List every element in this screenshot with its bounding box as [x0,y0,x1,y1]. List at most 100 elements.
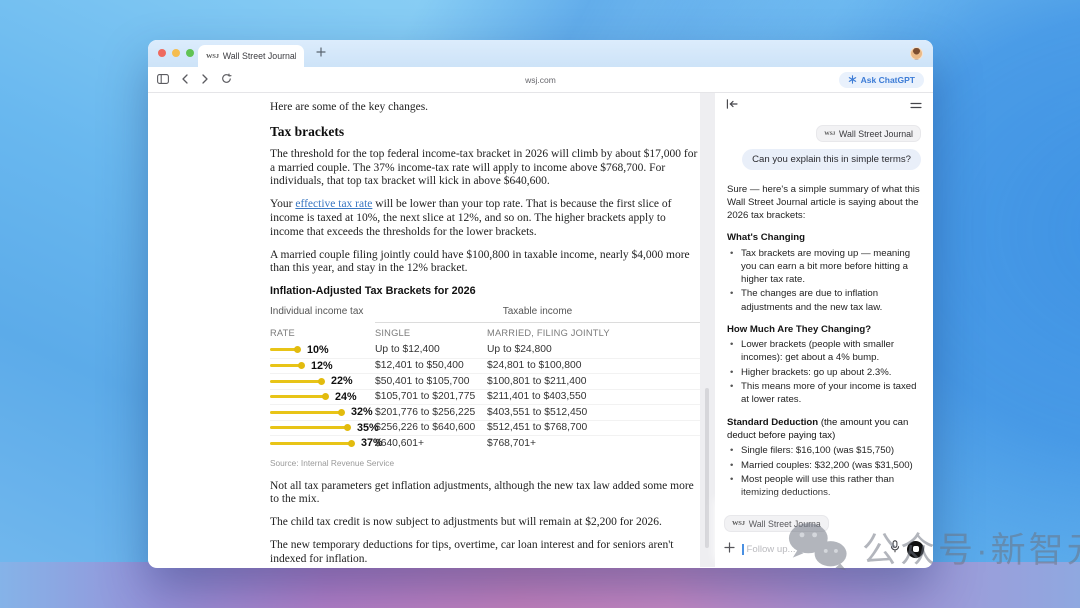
bullet-item: Most people will use this rather than it… [727,473,921,499]
table-row: 35% $256,226 to $640,600 $512,451 to $76… [270,420,700,436]
plus-icon [316,47,326,57]
tax-brackets-chart: Inflation-Adjusted Tax Brackets for 2026… [270,285,700,468]
wsj-favicon-icon: WSJ [824,131,835,137]
chat-input-area: WSJ Wall Street Journa Follow up... [715,506,933,567]
article-paragraph: The threshold for the top federal income… [270,148,700,189]
assistant-message: Sure — here's a simple summary of what t… [727,183,921,559]
married-range: $512,451 to $768,700 [487,422,700,433]
context-chip-wsj[interactable]: WSJ Wall Street Journa [724,515,829,532]
microphone-icon[interactable] [890,540,900,558]
chart-subtitle-left: Individual income tax [270,306,375,323]
reload-icon[interactable] [221,71,232,89]
close-window-button[interactable] [158,49,166,57]
married-range: $768,701+ [487,438,700,449]
new-tab-button[interactable] [316,44,326,62]
column-header-married: MARRIED, FILING JOINTLY [487,328,700,338]
minimize-window-button[interactable] [172,49,180,57]
chatgpt-logo-icon [848,75,857,84]
effective-tax-rate-link[interactable]: effective tax rate [295,198,372,210]
single-range: $640,601+ [375,438,487,449]
section-heading: Standard Deduction [727,417,818,428]
window-controls [158,49,194,57]
chart-group-header: Taxable income [375,306,700,323]
attachment-chip-label: Wall Street Journal [839,129,913,139]
maximize-window-button[interactable] [186,49,194,57]
ask-chatgpt-button[interactable]: Ask ChatGPT [839,72,924,88]
bullet-item: This means more of your income is taxed … [727,380,921,406]
section-heading-tax-brackets: Tax brackets [270,124,700,140]
article-paragraph: Here are some of the key changes. [270,101,700,115]
ask-chatgpt-label: Ask ChatGPT [861,75,915,85]
bullet-item: Lower brackets (people with smaller inco… [727,338,921,364]
section-heading: How Much Are They Changing? [727,324,871,335]
column-header-single: SINGLE [375,328,487,338]
attachment-chip-wsj[interactable]: WSJ Wall Street Journal [816,125,921,142]
menu-icon[interactable] [910,96,922,114]
table-row: 22% $50,401 to $105,700 $100,801 to $211… [270,373,700,389]
chart-source: Source: Internal Revenue Service [270,458,700,468]
table-row: 10% Up to $12,400 Up to $24,800 [270,342,700,358]
chat-messages: WSJ Wall Street Journal Can you explain … [715,117,933,567]
married-range: Up to $24,800 [487,344,700,355]
page-scrollbar-track [700,93,715,567]
bullet-item: Single filers: $16,100 (was $15,750) [727,444,921,457]
page-scrollbar-thumb[interactable] [705,388,709,548]
user-avatar[interactable] [910,47,923,60]
table-row: 37% $640,601+ $768,701+ [270,435,700,451]
chatgpt-sidebar: WSJ Wall Street Journal Can you explain … [715,93,933,567]
rate-bar [270,364,302,367]
rate-bar [270,442,352,445]
article-paragraph: A married couple filing jointly could ha… [270,249,700,277]
followup-input[interactable]: Follow up... [747,544,884,555]
context-chip-label: Wall Street Journa [749,519,821,529]
assistant-section: How Much Are They Changing? Lower bracke… [727,323,921,407]
article-page: Here are some of the key changes. Tax br… [148,93,700,567]
forward-icon[interactable] [201,71,209,89]
rate-bar [270,348,298,351]
assistant-section: Standard Deduction (the amount you can d… [727,416,921,500]
browser-window: WSJ Wall Street Journal wsj.com Ask Chat… [148,40,933,568]
voice-mode-button[interactable] [907,541,924,558]
single-range: Up to $12,400 [375,344,487,355]
rate-label: 24% [335,391,357,403]
bullet-item: Tax brackets are moving up — meaning you… [727,247,921,286]
tab-wall-street-journal[interactable]: WSJ Wall Street Journal [198,45,304,67]
article-paragraph: Not all tax parameters get inflation adj… [270,480,700,508]
wsj-favicon-icon: WSJ [206,53,219,60]
rate-label: 10% [307,344,329,356]
chart-title: Inflation-Adjusted Tax Brackets for 2026 [270,285,700,297]
married-range: $403,551 to $512,450 [487,407,700,418]
rate-bar [270,395,326,398]
article-paragraph: Your effective tax rate will be lower th… [270,198,700,239]
rate-label: 22% [331,375,353,387]
tab-strip: WSJ Wall Street Journal [148,40,933,67]
add-attachment-button[interactable] [724,540,735,558]
sidebar-toggle-icon[interactable] [157,71,169,89]
assistant-intro: Sure — here's a simple summary of what t… [727,183,921,222]
text: Your [270,198,295,210]
address-bar[interactable]: wsj.com [148,75,933,85]
bullet-item: Higher brackets: go up about 2.3%. [727,366,921,379]
article-paragraph: The new temporary deductions for tips, o… [270,539,700,567]
rate-bar [270,411,342,414]
single-range: $50,401 to $105,700 [375,376,487,387]
table-row: 24% $105,701 to $201,775 $211,401 to $40… [270,389,700,405]
tab-title: Wall Street Journal [223,51,296,61]
column-header-rate: RATE [270,328,375,338]
window-content: Here are some of the key changes. Tax br… [148,93,933,567]
wsj-favicon-icon: WSJ [732,520,745,527]
user-message-bubble: Can you explain this in simple terms? [742,149,921,170]
bullet-item: Married couples: $32,200 (was $31,500) [727,459,921,472]
married-range: $211,401 to $403,550 [487,391,700,402]
rate-label: 32% [351,406,373,418]
single-range: $12,401 to $50,400 [375,360,487,371]
single-range: $105,701 to $201,775 [375,391,487,402]
article-paragraph: The child tax credit is now subject to a… [270,516,700,530]
collapse-panel-icon[interactable] [726,96,738,114]
assistant-section: What's Changing Tax brackets are moving … [727,231,921,313]
text-cursor [742,544,744,555]
married-range: $24,801 to $100,800 [487,360,700,371]
back-icon[interactable] [181,71,189,89]
single-range: $256,226 to $640,600 [375,422,487,433]
rate-label: 12% [311,360,333,372]
